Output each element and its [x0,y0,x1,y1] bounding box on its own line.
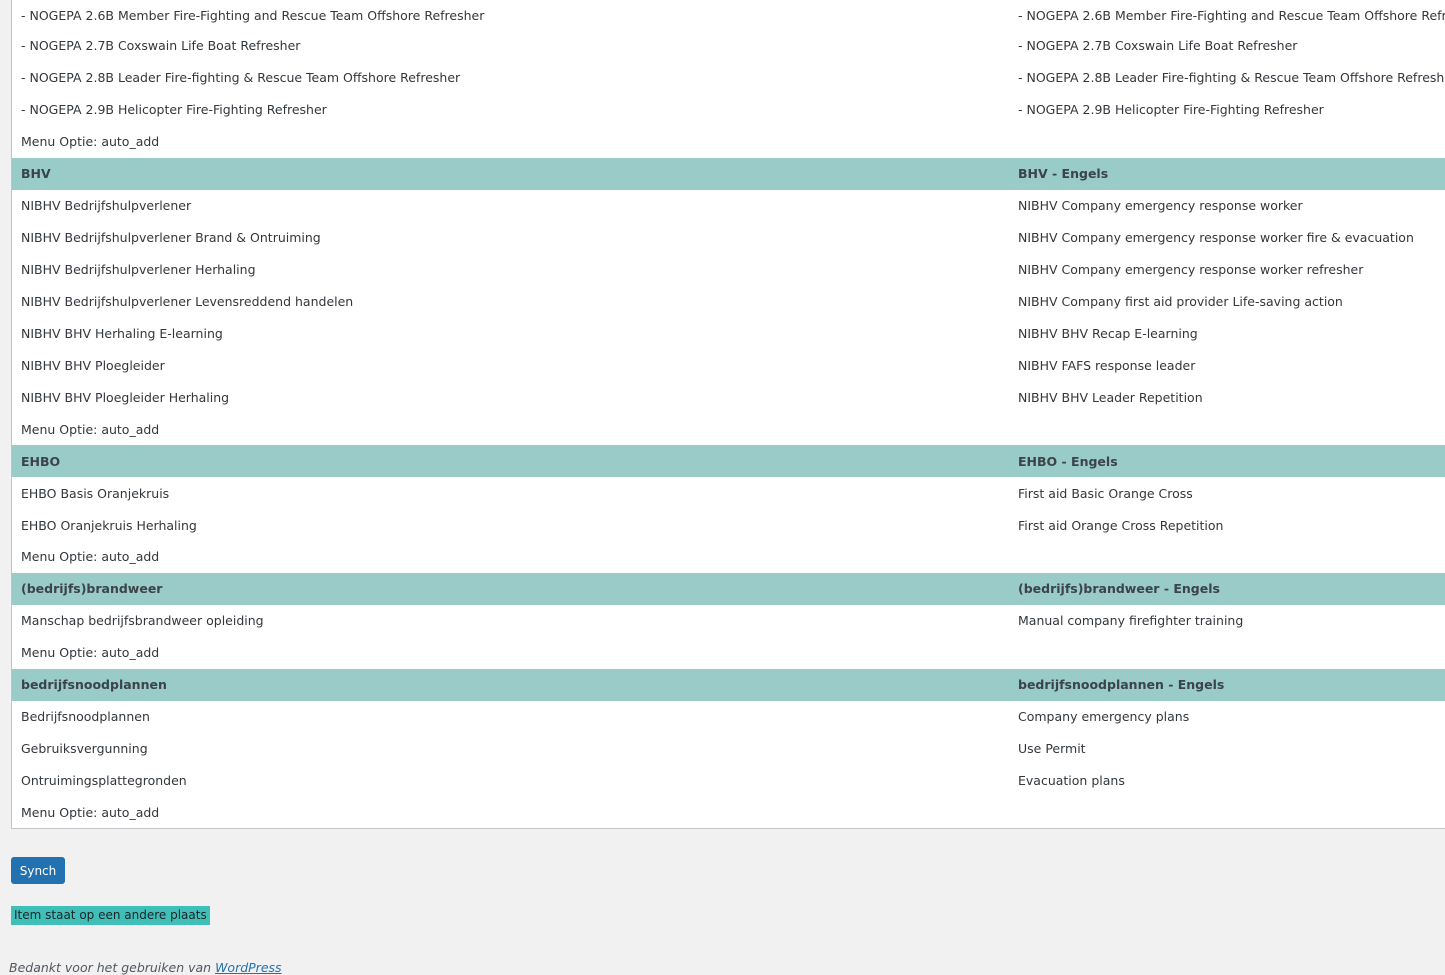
menu-item-row: NIBHV Bedrijfshulpverlener NIBHV Company … [12,190,1445,222]
item-label-nl: Gebruiksvergunning [21,741,148,757]
group-name-en: EHBO - Engels [1018,453,1118,469]
synch-button[interactable]: Synch [11,857,65,884]
item-label-nl: NIBHV BHV Ploegleider [21,357,165,373]
item-label-en: NIBHV Company emergency response worker [1018,198,1303,214]
item-label-en: Evacuation plans [1018,773,1125,789]
item-label-en: - NOGEPA 2.8B Leader Fire-fighting & Res… [1018,70,1445,86]
menu-group-header: bedrijfsnoodplannen bedrijfsnoodplannen -… [12,668,1445,701]
item-label-en: NIBHV Company emergency response worker … [1018,262,1364,278]
menu-item-row: Gebruiksvergunning Use Permit [12,733,1445,765]
item-label-nl: Menu Optie: auto_add [21,134,160,150]
item-label-nl: NIBHV BHV Ploegleider Herhaling [21,389,230,405]
menu-item-row: EHBO Oranjekruis Herhaling First aid Oran… [12,509,1445,541]
group-name-nl: (bedrijfs)brandweer [21,581,163,597]
menu-item-row: - NOGEPA 2.9B Helicopter Fire-Fighting R… [12,94,1445,126]
group-name-nl: EHBO [21,453,61,469]
menu-item-row: - NOGEPA 2.6B Member Fire-Fighting and R… [12,0,1445,30]
item-label-nl: - NOGEPA 2.6B Member Fire-Fighting and R… [21,7,485,23]
menu-option-row: Menu Optie: auto_add [12,413,1445,445]
item-label-nl: - NOGEPA 2.7B Coxswain Life Boat Refresh… [21,38,301,54]
item-label-en: NIBHV BHV Recap E-learning [1018,325,1198,341]
menu-option-row: Menu Optie: auto_add [12,126,1445,158]
item-label-nl: Bedrijfsnoodplannen [21,709,150,725]
menu-group-header: (bedrijfs)brandweer (bedrijfs)brandweer -… [12,572,1445,605]
menu-mapping-table: - NOGEPA 2.6B Member Fire-Fighting and R… [11,0,1445,829]
item-label-nl: NIBHV Bedrijfshulpverlener Herhaling [21,262,256,278]
group-name-en: bedrijfsnoodplannen - Engels [1018,677,1225,693]
menu-item-row: EHBO Basis Oranjekruis First aid Basic Or… [12,477,1445,509]
item-label-en: Company emergency plans [1018,709,1190,725]
menu-item-row: - NOGEPA 2.7B Coxswain Life Boat Refresh… [12,30,1445,62]
menu-item-row: NIBHV BHV Ploegleider Herhaling NIBHV BHV… [12,381,1445,413]
menu-option-row: Menu Optie: auto_add [12,637,1445,669]
item-label-en: NIBHV Company emergency response worker … [1018,230,1414,246]
group-name-nl: bedrijfsnoodplannen [21,677,167,693]
item-label-nl: Menu Optie: auto_add [21,549,160,565]
menu-item-row: NIBHV BHV Ploegleider NIBHV FAFS response… [12,349,1445,381]
item-label-nl: Menu Optie: auto_add [21,645,160,661]
item-label-en: Manual company firefighter training [1018,613,1244,629]
notice-badge: Item staat op een andere plaats [11,906,210,925]
item-label-nl: EHBO Oranjekruis Herhaling [21,517,197,533]
menu-option-row: Menu Optie: auto_add [12,541,1445,573]
group-name-en: BHV - Engels [1018,166,1109,182]
menu-item-row: Manschap bedrijfsbrandweer opleiding Manu… [12,605,1445,637]
item-label-en: - NOGEPA 2.7B Coxswain Life Boat Refresh… [1018,38,1298,54]
menu-item-row: NIBHV Bedrijfshulpverlener Herhaling NIBH… [12,254,1445,286]
item-label-en: NIBHV FAFS response leader [1018,357,1196,373]
item-label-en: Use Permit [1018,741,1086,757]
menu-option-row: Menu Optie: auto_add [12,797,1445,829]
group-name-nl: BHV [21,166,51,182]
menu-item-row: Ontruimingsplattegronden Evacuation plans [12,765,1445,797]
item-label-en: First aid Orange Cross Repetition [1018,517,1224,533]
group-name-en: (bedrijfs)brandweer - Engels [1018,581,1220,597]
item-label-nl: EHBO Basis Oranjekruis [21,485,170,501]
menu-item-row: Bedrijfsnoodplannen Company emergency pla… [12,701,1445,733]
item-label-nl: Menu Optie: auto_add [21,421,160,437]
item-label-nl: NIBHV Bedrijfshulpverlener Levensreddend… [21,293,354,309]
item-label-en: NIBHV Company first aid provider Life-sa… [1018,293,1343,309]
menu-group-header: EHBO EHBO - Engels [12,445,1445,478]
footer-credit: Bedankt voor het gebruiken van WordPress [9,960,282,975]
menu-group-header: BHV BHV - Engels [12,157,1445,190]
wordpress-link[interactable]: WordPress [215,960,281,975]
item-label-nl: Manschap bedrijfsbrandweer opleiding [21,613,264,629]
item-label-en: - NOGEPA 2.9B Helicopter Fire-Fighting R… [1018,102,1324,118]
item-label-en: - NOGEPA 2.6B Member Fire-Fighting and R… [1018,7,1445,23]
item-label-nl: - NOGEPA 2.9B Helicopter Fire-Fighting R… [21,102,327,118]
item-label-en: First aid Basic Orange Cross [1018,485,1193,501]
item-label-nl: Menu Optie: auto_add [21,804,160,820]
item-label-nl: NIBHV BHV Herhaling E-learning [21,325,223,341]
item-label-nl: Ontruimingsplattegronden [21,773,187,789]
menu-item-row: - NOGEPA 2.8B Leader Fire-fighting & Res… [12,62,1445,94]
item-label-nl: NIBHV Bedrijfshulpverlener [21,198,192,214]
menu-item-row: NIBHV BHV Herhaling E-learning NIBHV BHV … [12,317,1445,349]
menu-item-row: NIBHV Bedrijfshulpverlener Brand & Ontru… [12,222,1445,254]
footer-text: Bedankt voor het gebruiken van [9,960,216,975]
item-label-en: NIBHV BHV Leader Repetition [1018,389,1203,405]
menu-item-row: NIBHV Bedrijfshulpverlener Levensreddend… [12,286,1445,318]
item-label-nl: - NOGEPA 2.8B Leader Fire-fighting & Res… [21,70,461,86]
item-label-nl: NIBHV Bedrijfshulpverlener Brand & Ontru… [21,230,321,246]
